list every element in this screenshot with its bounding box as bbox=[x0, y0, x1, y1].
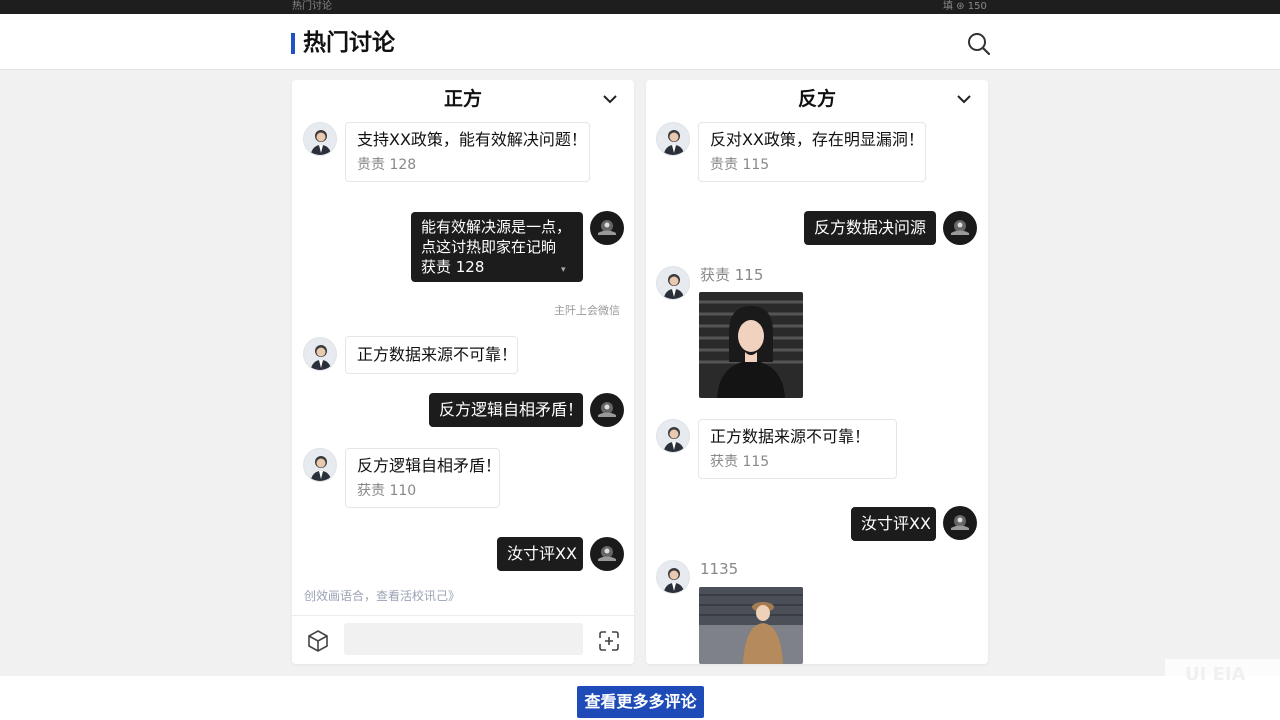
page-title: 热门讨论 bbox=[303, 30, 395, 56]
message-text: 正方数据来源不可靠！ bbox=[710, 427, 871, 446]
user-name: 1135 bbox=[700, 560, 739, 578]
avatar[interactable] bbox=[656, 560, 690, 594]
photo-woman-street[interactable] bbox=[699, 587, 803, 664]
message-text: 支持XX政策，能有效解决问题！ bbox=[357, 130, 587, 149]
chevron-down-icon[interactable] bbox=[955, 90, 973, 108]
apps-icon[interactable] bbox=[597, 629, 621, 653]
con-panel: 反方 反对XX政策，存在明显漏洞！ 贵责 115 反方数据决问源 获责 115 bbox=[646, 80, 988, 664]
avatar[interactable] bbox=[590, 393, 624, 427]
chat-message: 反方逻辑自相矛盾！ 获责 110 bbox=[345, 448, 502, 508]
bottom-bar: 查看更多多评论 bbox=[0, 676, 1280, 720]
message-meta: 贵责 128 bbox=[357, 157, 417, 173]
chat-message: 正方数据来源不可靠！ bbox=[345, 336, 518, 374]
avatar[interactable] bbox=[303, 337, 337, 371]
avatar[interactable] bbox=[303, 448, 337, 482]
message-text: 汝寸评XX bbox=[507, 544, 577, 563]
photo-woman-portrait[interactable] bbox=[699, 292, 803, 398]
message-text: 反方逻辑自相矛盾！ bbox=[439, 400, 584, 419]
chat-message-reply: 汝寸评XX bbox=[497, 537, 583, 571]
title-accent-bar bbox=[291, 33, 295, 54]
comment-input-bar bbox=[292, 615, 634, 664]
caret-down-icon: ▾ bbox=[561, 265, 566, 275]
comment-input[interactable] bbox=[344, 623, 583, 655]
chat-message-reply: 能有效解决源是一点， 点这讨热即家在记晌 获责 128 ▾ bbox=[411, 212, 583, 282]
avatar[interactable] bbox=[656, 266, 690, 300]
message-text: 反方数据决问源 bbox=[814, 218, 927, 237]
message-meta: 贵责 115 bbox=[710, 157, 770, 173]
page-header: 热门讨论 bbox=[0, 14, 1280, 70]
avatar[interactable] bbox=[943, 211, 977, 245]
message-line: 能有效解决源是一点， bbox=[421, 218, 572, 236]
panel-title-pro: 正方 bbox=[443, 88, 482, 110]
avatar[interactable] bbox=[656, 122, 690, 156]
avatar[interactable] bbox=[943, 506, 977, 540]
message-text: 汝寸评XX bbox=[861, 514, 931, 533]
watermark: UI EIA bbox=[1165, 659, 1280, 691]
view-more-comments-button[interactable]: 查看更多多评论 bbox=[577, 686, 704, 718]
status-bar: 热门讨论 填 ⊛ 150 bbox=[0, 0, 1280, 14]
chat-message-reply: 反方数据决问源 bbox=[804, 211, 936, 245]
chat-message-reply: 反方逻辑自相矛盾！ bbox=[429, 393, 583, 427]
status-title: 热门讨论 bbox=[292, 1, 332, 12]
message-meta: 获责 128 bbox=[421, 258, 485, 276]
chat-message: 正方数据来源不可靠！ 获责 115 bbox=[698, 419, 897, 479]
avatar[interactable] bbox=[656, 419, 690, 453]
user-name: 获责 115 bbox=[700, 266, 764, 284]
status-indicators: 填 ⊛ 150 bbox=[943, 1, 987, 12]
cube-icon[interactable] bbox=[306, 629, 330, 653]
message-text: 反对XX政策，存在明显漏洞！ bbox=[710, 130, 924, 149]
view-comments-link[interactable]: 创效画语合，查看活校讯己》 bbox=[304, 587, 460, 604]
avatar[interactable] bbox=[590, 537, 624, 571]
avatar[interactable] bbox=[303, 122, 337, 156]
panel-title-con: 反方 bbox=[797, 88, 836, 110]
pro-panel: 正方 支持XX政策，能有效解决问题！ 贵责 128 能有效解决源是一点， 点这讨… bbox=[292, 80, 634, 664]
chat-message: 支持XX政策，能有效解决问题！ 贵责 128 bbox=[345, 122, 590, 182]
chevron-down-icon[interactable] bbox=[601, 90, 619, 108]
message-text: 反方逻辑自相矛盾！ bbox=[357, 456, 502, 475]
timestamp-note: 主阡上会微信 bbox=[554, 304, 620, 317]
chat-message-reply: 汝寸评XX bbox=[851, 507, 936, 541]
message-meta: 获责 110 bbox=[357, 483, 417, 499]
chat-message: 反对XX政策，存在明显漏洞！ 贵责 115 bbox=[698, 122, 926, 182]
message-meta: 获责 115 bbox=[710, 454, 770, 470]
avatar[interactable] bbox=[590, 211, 624, 245]
message-text: 正方数据来源不可靠！ bbox=[357, 345, 518, 364]
search-icon[interactable] bbox=[966, 31, 992, 57]
message-line: 点这讨热即家在记晌 bbox=[421, 238, 557, 256]
